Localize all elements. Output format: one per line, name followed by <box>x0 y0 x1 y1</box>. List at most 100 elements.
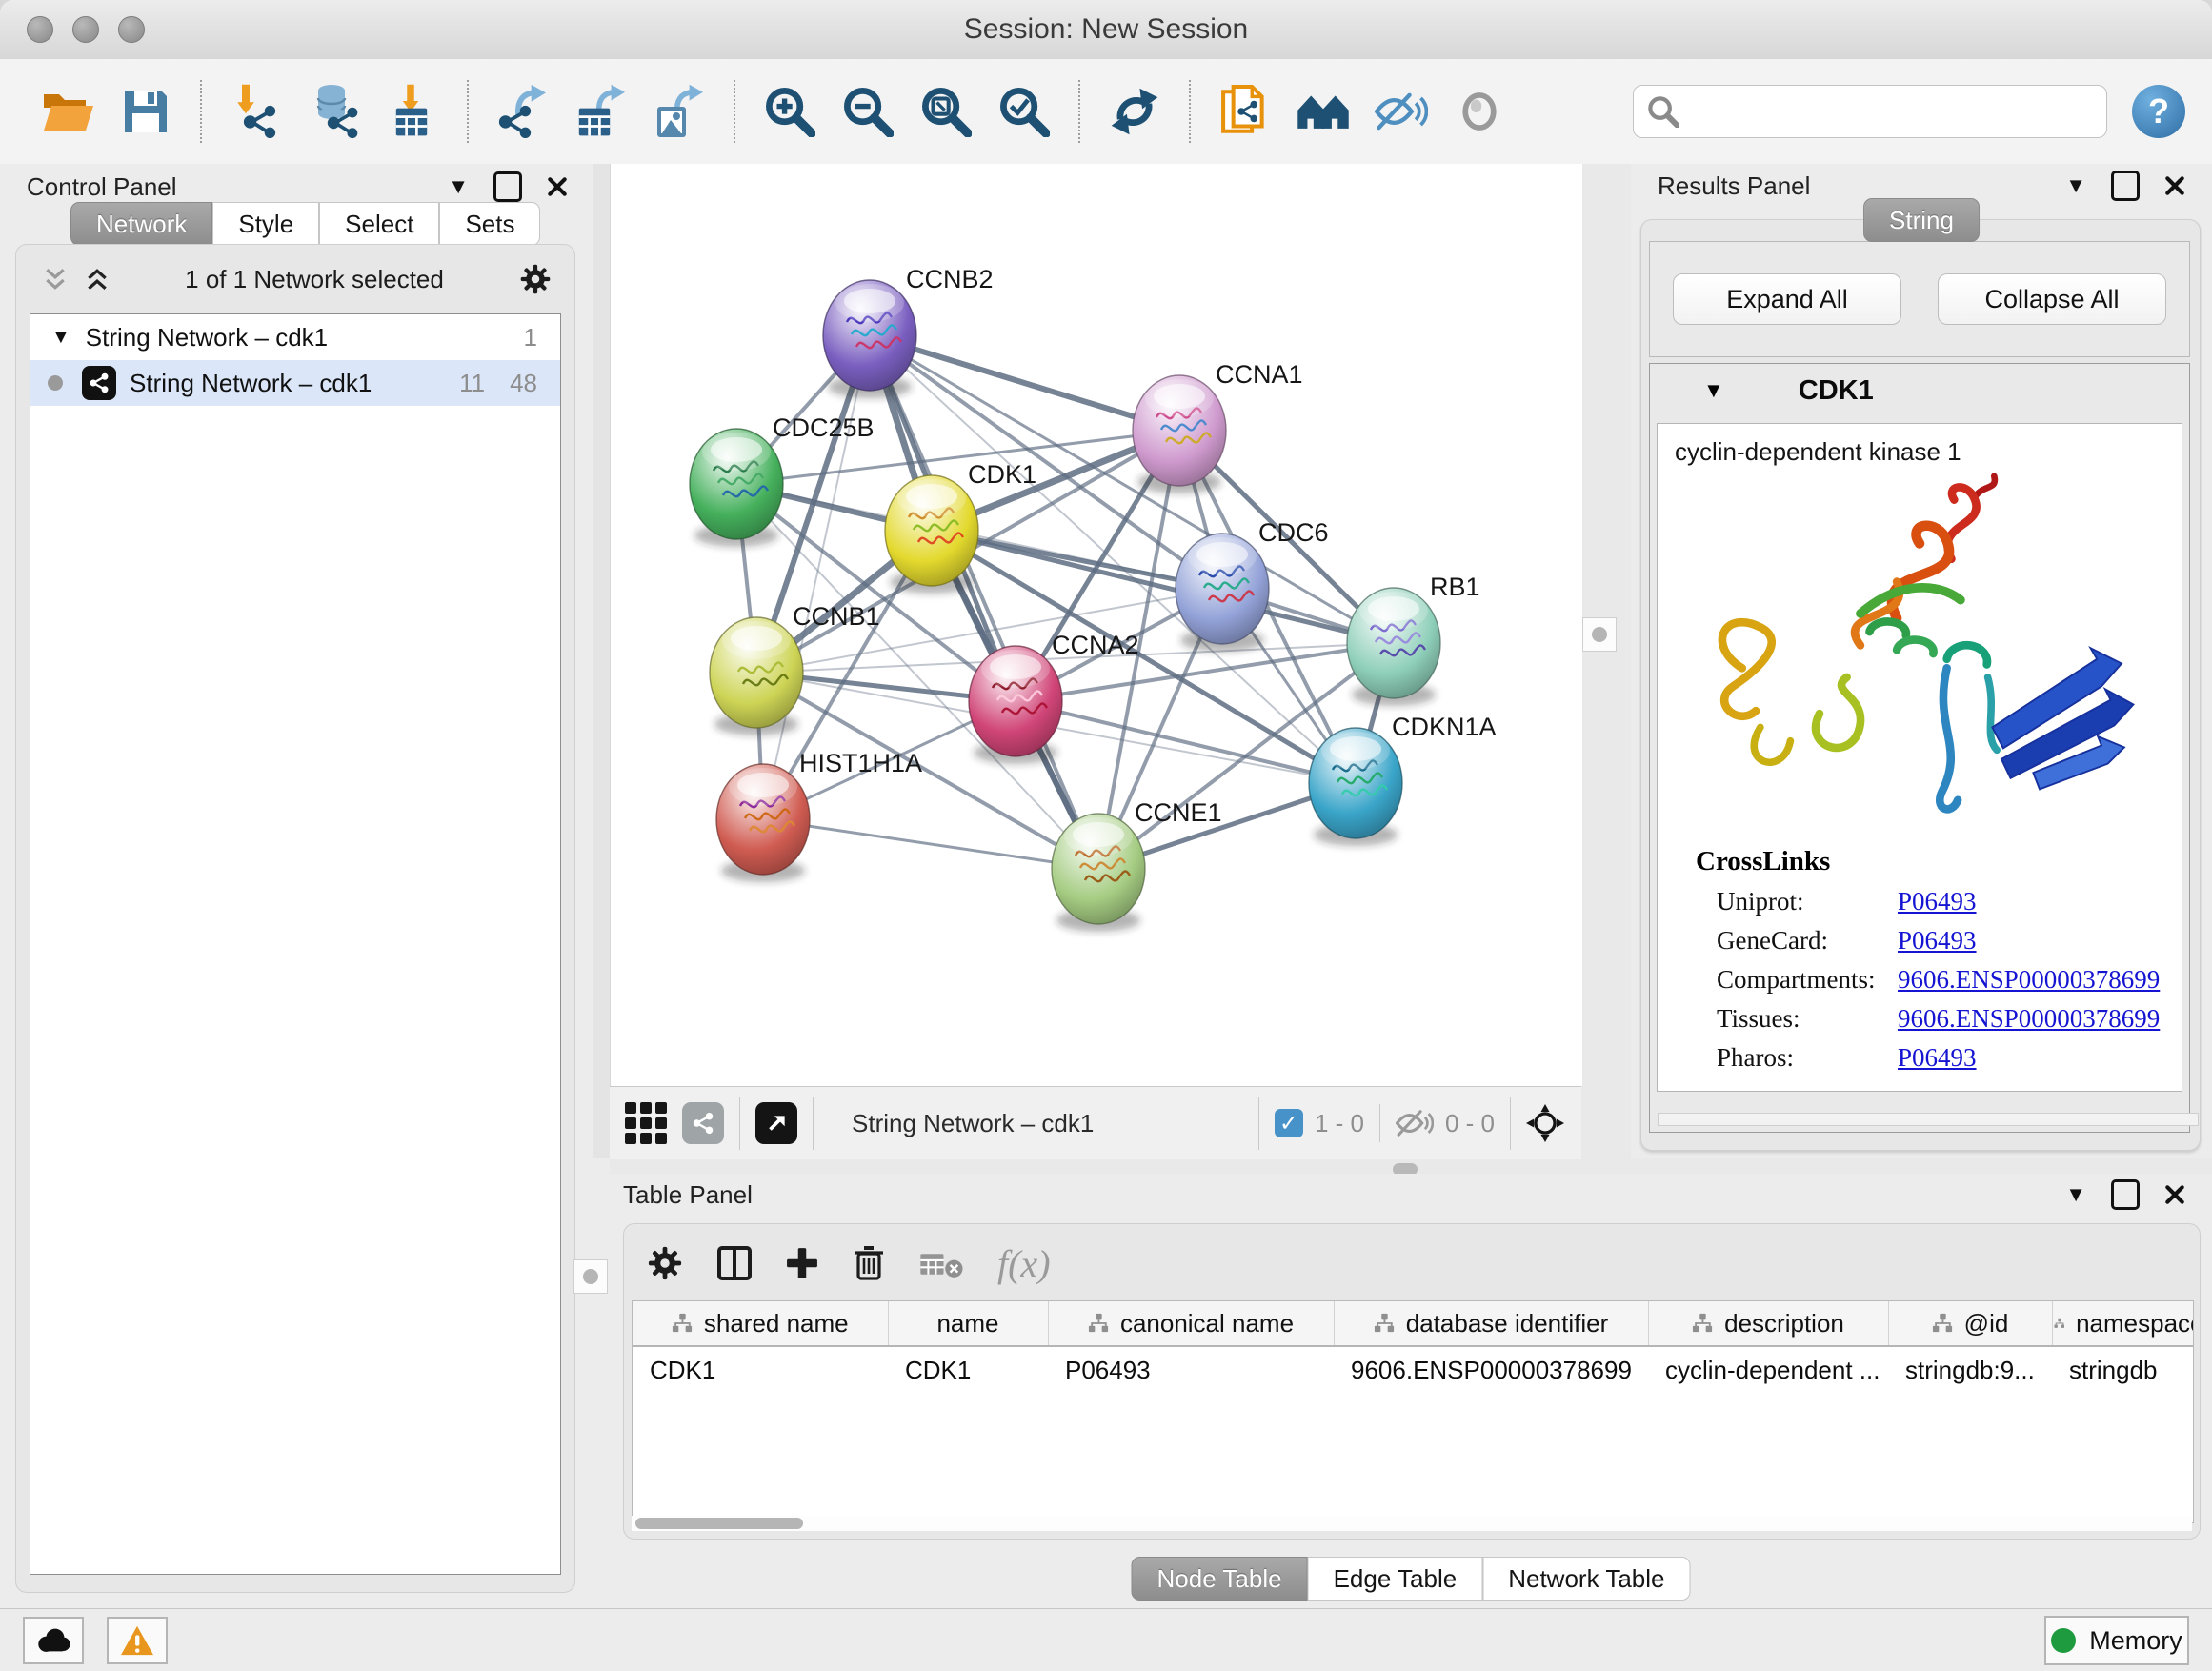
network-view[interactable]: CCNB2CCNA1CDC25BCDK1CDC6RB1CCNB1CCNA2CDK… <box>610 164 1582 1086</box>
cell-description[interactable]: cyclin-dependent ... <box>1648 1346 1888 1393</box>
grid-view-icon[interactable] <box>625 1102 667 1144</box>
network-options-gear-icon[interactable] <box>519 263 552 295</box>
tab-edge-table[interactable]: Edge Table <box>1308 1557 1483 1601</box>
network-node[interactable] <box>1309 728 1402 846</box>
crosslink-pharos-link[interactable]: P06493 <box>1898 1043 1977 1073</box>
close-panel-button[interactable] <box>2164 175 2185 196</box>
float-panel-button[interactable] <box>493 171 522 202</box>
table-horizontal-scrollbar[interactable] <box>632 1516 2192 1531</box>
column-header-namespace[interactable]: namespace <box>2052 1301 2194 1346</box>
string-home-button[interactable] <box>1295 83 1352 140</box>
export-table-button[interactable] <box>573 83 630 140</box>
network-edge[interactable] <box>870 335 1179 431</box>
network-share-icon[interactable] <box>682 1102 724 1144</box>
import-network-from-database-button[interactable] <box>306 83 363 140</box>
cell-namespace[interactable]: stringdb <box>2052 1346 2194 1393</box>
column-header-id[interactable]: @id <box>1888 1301 2052 1346</box>
network-node[interactable] <box>1052 814 1145 932</box>
table-options-gear-icon[interactable] <box>647 1245 683 1281</box>
cell-id[interactable]: stringdb:9... <box>1888 1346 2052 1393</box>
show-columns-icon[interactable] <box>717 1246 752 1280</box>
right-splitter-grabber[interactable] <box>1582 617 1617 652</box>
network-node[interactable] <box>885 475 978 594</box>
network-canvas[interactable]: CCNB2CCNA1CDC25BCDK1CDC6RB1CCNB1CCNA2CDK… <box>611 164 1582 1086</box>
cell-database-identifier[interactable]: 9606.ENSP00000378699 <box>1334 1346 1648 1393</box>
crosslink-uniprot-link[interactable]: P06493 <box>1898 887 1977 916</box>
collapse-triangle-icon[interactable]: ▼ <box>51 327 70 349</box>
expand-all-button[interactable]: Expand All <box>1673 273 1901 325</box>
close-panel-button[interactable] <box>547 176 568 197</box>
tab-string[interactable]: String <box>1863 198 1980 242</box>
tab-node-table[interactable]: Node Table <box>1132 1557 1308 1601</box>
network-collection-row[interactable]: ▼ String Network – cdk1 1 <box>30 314 560 360</box>
cell-shared-name[interactable]: CDK1 <box>633 1346 888 1393</box>
column-header-canonical-name[interactable]: canonical name <box>1048 1301 1334 1346</box>
hidden-eye-slash-icon[interactable] <box>1396 1110 1434 1137</box>
import-network-button[interactable] <box>228 83 285 140</box>
search-input[interactable] <box>1689 85 2106 138</box>
network-node[interactable] <box>710 617 803 735</box>
panel-menu-button[interactable]: ▼ <box>448 176 469 197</box>
save-session-button[interactable] <box>117 83 174 140</box>
cell-name[interactable]: CDK1 <box>888 1346 1048 1393</box>
detach-view-button[interactable] <box>755 1102 797 1144</box>
network-node[interactable] <box>1133 375 1226 493</box>
crosslink-genecard-link[interactable]: P06493 <box>1898 926 1977 956</box>
crosslink-compartments-link[interactable]: 9606.ENSP00000378699 <box>1898 965 2160 995</box>
zoom-out-button[interactable] <box>839 83 896 140</box>
crosslink-tissues-link[interactable]: 9606.ENSP00000378699 <box>1898 1004 2160 1034</box>
network-node[interactable] <box>1176 534 1269 652</box>
float-panel-button[interactable] <box>2111 171 2140 201</box>
tab-sets[interactable]: Sets <box>439 202 540 246</box>
column-header-description[interactable]: description <box>1648 1301 1888 1346</box>
zoom-selected-button[interactable] <box>995 83 1053 140</box>
panel-menu-button[interactable]: ▼ <box>2065 175 2086 196</box>
import-table-button[interactable] <box>384 83 441 140</box>
network-node[interactable] <box>716 764 810 882</box>
birdseye-crosshair-icon[interactable] <box>1526 1104 1564 1142</box>
hide-glass-button[interactable] <box>1373 83 1430 140</box>
zoom-in-button[interactable] <box>761 83 818 140</box>
zoom-fit-button[interactable] <box>917 83 975 140</box>
tab-style[interactable]: Style <box>212 202 319 246</box>
delete-column-trash-icon[interactable] <box>853 1245 885 1281</box>
warnings-button[interactable] <box>107 1617 168 1664</box>
table-row[interactable]: CDK1 CDK1 P06493 9606.ENSP00000378699 cy… <box>633 1346 2194 1393</box>
tab-network[interactable]: Network <box>70 202 212 246</box>
column-header-name[interactable]: name <box>888 1301 1048 1346</box>
tab-network-table[interactable]: Network Table <box>1482 1557 1690 1601</box>
show-glass-button[interactable] <box>1451 83 1508 140</box>
network-row[interactable]: String Network – cdk1 11 48 <box>30 360 560 406</box>
tab-select[interactable]: Select <box>319 202 439 246</box>
string-import-button[interactable] <box>1217 83 1274 140</box>
export-network-button[interactable] <box>494 83 552 140</box>
node-table[interactable]: shared name name canonical name database… <box>632 1300 2194 1523</box>
memory-button[interactable]: Memory <box>2044 1616 2189 1665</box>
collapse-all-button[interactable]: Collapse All <box>1938 273 2166 325</box>
network-node[interactable] <box>969 646 1062 764</box>
network-edge[interactable] <box>763 819 1098 869</box>
scrollbar-thumb[interactable] <box>635 1518 803 1529</box>
right-splitter[interactable] <box>1581 164 1634 1158</box>
results-scrollbar-track[interactable] <box>1658 1113 2199 1126</box>
close-panel-button[interactable] <box>2164 1184 2185 1205</box>
selected-checkbox-icon[interactable]: ✓ <box>1275 1109 1303 1137</box>
collapse-all-icon[interactable] <box>43 267 68 292</box>
column-header-shared-name[interactable]: shared name <box>633 1301 888 1346</box>
add-column-icon[interactable] <box>786 1247 818 1279</box>
collapse-triangle-icon[interactable]: ▼ <box>1703 378 1724 403</box>
open-session-button[interactable] <box>39 83 96 140</box>
toolbar-search-field[interactable] <box>1633 85 2107 138</box>
network-node[interactable] <box>823 280 916 398</box>
cell-canonical-name[interactable]: P06493 <box>1048 1346 1334 1393</box>
network-node[interactable] <box>690 429 783 547</box>
cloud-status-button[interactable] <box>23 1617 84 1664</box>
panel-menu-button[interactable]: ▼ <box>2065 1184 2086 1205</box>
expand-all-icon[interactable] <box>85 267 110 292</box>
column-header-database-identifier[interactable]: database identifier <box>1334 1301 1648 1346</box>
help-button[interactable]: ? <box>2132 85 2185 138</box>
left-splitter-grabber[interactable] <box>573 1259 608 1294</box>
export-image-button[interactable] <box>651 83 708 140</box>
network-node[interactable] <box>1347 588 1440 706</box>
apply-layout-button[interactable] <box>1106 83 1163 140</box>
